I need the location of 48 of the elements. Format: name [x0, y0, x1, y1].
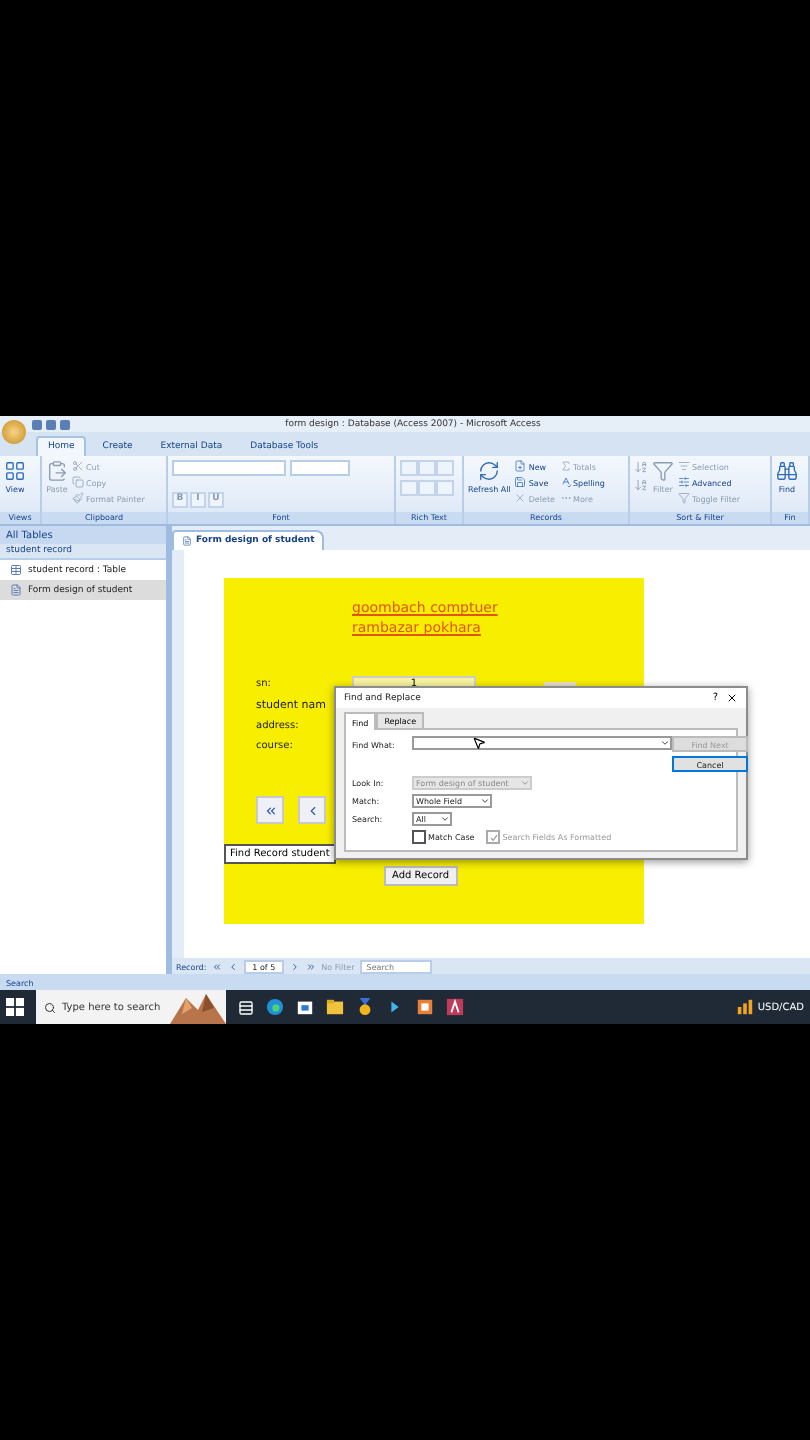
table-icon	[10, 564, 22, 576]
binoculars-icon	[776, 460, 798, 482]
refresh-icon	[478, 460, 501, 482]
selection-icon	[678, 460, 690, 472]
copy-icon	[72, 476, 84, 488]
previous-icon[interactable]	[228, 961, 239, 971]
form-icon	[10, 584, 22, 596]
form-icon	[182, 536, 192, 546]
next-icon[interactable]	[289, 961, 300, 971]
dropdown-icon	[480, 796, 490, 806]
check-icon	[489, 833, 498, 841]
spelling-icon	[559, 476, 571, 488]
windows-icon[interactable]	[6, 998, 24, 1016]
dropdown-icon	[520, 778, 530, 788]
view-icon	[4, 460, 26, 482]
app-icon[interactable]	[416, 998, 434, 1016]
paste-icon	[46, 460, 68, 482]
database-app-icon[interactable]	[446, 998, 464, 1016]
first-icon[interactable]	[212, 961, 223, 971]
arrow-icon[interactable]	[386, 998, 404, 1016]
first-record-button[interactable]	[256, 796, 284, 824]
chart-icon[interactable]	[735, 998, 754, 1016]
new-record-icon	[514, 460, 527, 472]
medal-icon[interactable]	[356, 998, 374, 1016]
last-icon[interactable]	[305, 961, 316, 971]
paintbrush-icon	[72, 492, 84, 504]
delete-icon	[514, 492, 527, 504]
close-icon[interactable]	[726, 692, 738, 704]
previous-icon	[305, 803, 319, 817]
dropdown-icon	[660, 738, 670, 748]
funnel-icon	[678, 492, 690, 504]
folder-icon[interactable]	[326, 998, 344, 1016]
sort-icon[interactable]	[634, 478, 648, 492]
first-icon	[263, 803, 277, 817]
sort-icon[interactable]	[634, 460, 648, 474]
sliders-icon	[678, 476, 690, 488]
scissors-icon	[72, 460, 84, 472]
funnel-icon	[652, 460, 674, 482]
font-name-dropdown[interactable]	[172, 460, 286, 476]
font-size-dropdown[interactable]	[290, 460, 350, 476]
find-what-field[interactable]	[412, 736, 672, 750]
dropdown-icon	[440, 814, 450, 824]
store-icon[interactable]	[296, 998, 314, 1016]
sigma-icon	[559, 460, 571, 472]
search-icon	[44, 1001, 56, 1013]
mouse-cursor-icon	[472, 736, 486, 750]
task-view-icon[interactable]	[238, 999, 254, 1015]
browser-icon[interactable]	[266, 998, 284, 1016]
